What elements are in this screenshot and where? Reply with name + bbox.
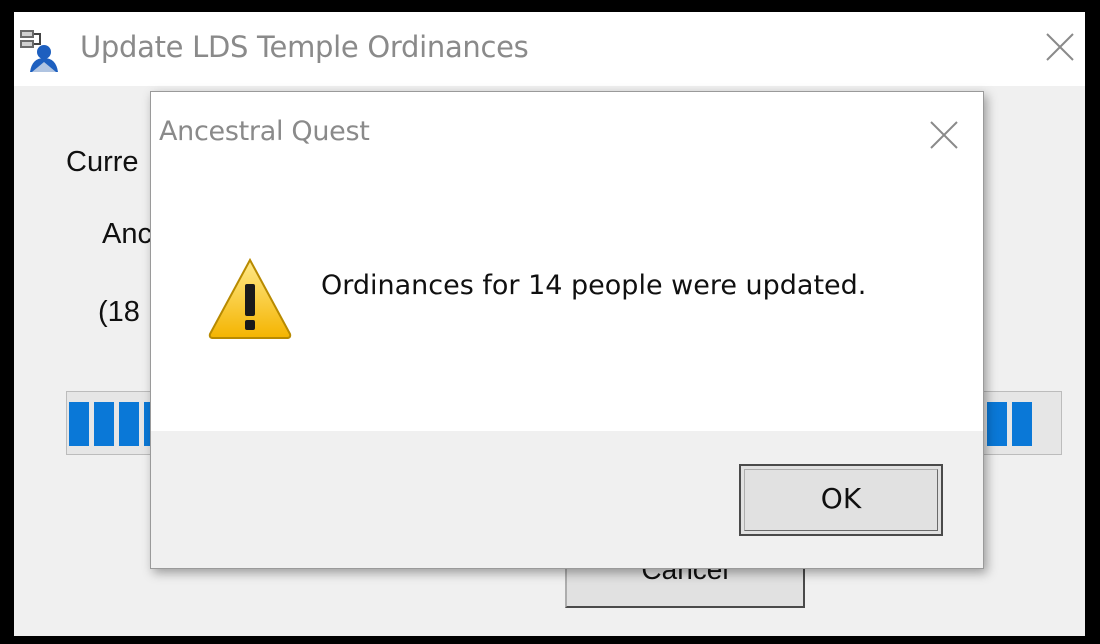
main-titlebar: Update LDS Temple Ordinances xyxy=(14,12,1085,86)
family-tree-app-icon xyxy=(20,30,58,72)
progress-segment xyxy=(1012,402,1032,446)
current-person-name: Anc xyxy=(102,218,152,250)
dialog-button-bar: OK xyxy=(151,431,983,568)
progress-segment xyxy=(987,402,1007,446)
progress-segment xyxy=(69,402,89,446)
dialog-titlebar: Ancestral Quest xyxy=(151,92,983,172)
ok-button[interactable]: OK xyxy=(739,464,943,536)
progress-segment xyxy=(119,402,139,446)
dialog-title: Ancestral Quest xyxy=(159,116,370,147)
current-person-dates: (18 xyxy=(98,296,140,328)
close-icon[interactable] xyxy=(1043,30,1077,64)
warning-icon xyxy=(208,257,292,339)
message-dialog: Ancestral Quest Ordinances for 14 people… xyxy=(150,91,984,569)
progress-segment xyxy=(94,402,114,446)
current-status-label: Curre xyxy=(66,146,139,178)
main-window-title: Update LDS Temple Ordinances xyxy=(80,30,529,64)
close-icon[interactable] xyxy=(927,118,961,152)
dialog-message: Ordinances for 14 people were updated. xyxy=(321,270,867,301)
